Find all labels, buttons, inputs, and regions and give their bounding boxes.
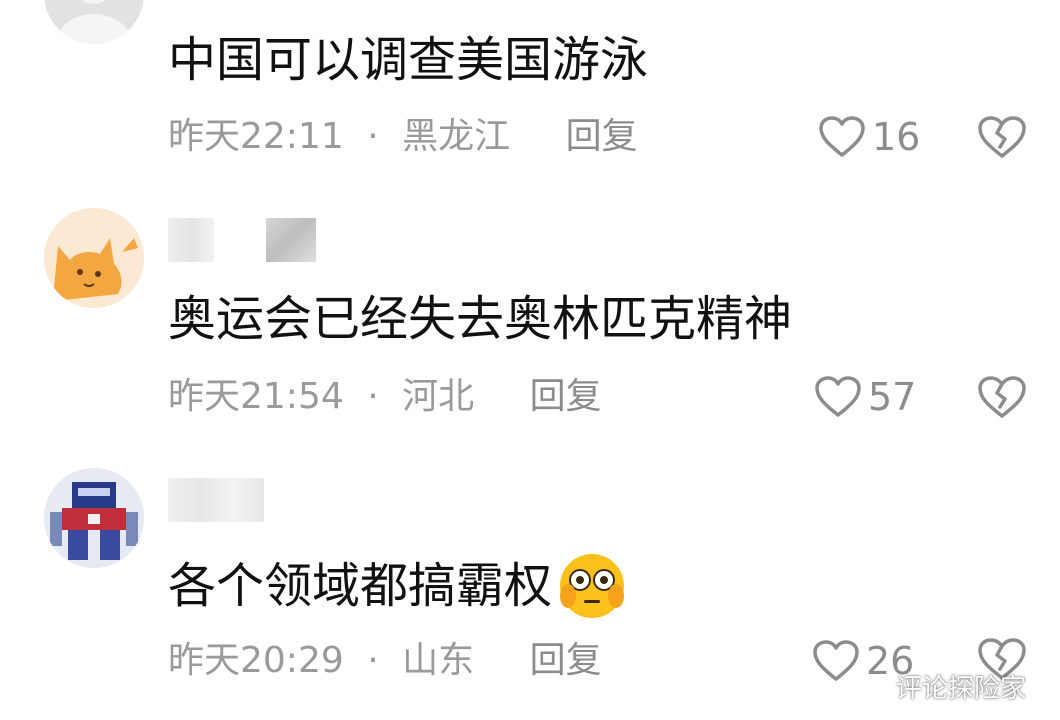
blurred-name-part: [168, 218, 214, 262]
comment-location: 山东: [402, 640, 475, 681]
dislike-button[interactable]: [976, 114, 1028, 164]
comment-text-content: 各个领域都搞霸权: [168, 558, 553, 614]
comment-time: 昨天22:11: [168, 116, 344, 157]
like-count: 57: [868, 375, 917, 419]
comment-text-content: 中国可以调查美国游泳: [168, 32, 649, 88]
comment-text: 中国可以调查美国游泳: [168, 30, 648, 90]
dislike-button[interactable]: [976, 374, 1028, 424]
comment-meta: 昨天21:54 · 河北 回复: [168, 372, 602, 422]
heart-icon: [819, 116, 865, 157]
meta-separator: ·: [367, 640, 379, 681]
blurred-name-part: [266, 218, 316, 262]
comment-meta: 昨天20:29 · 山东 回复: [168, 636, 602, 686]
blurred-name-part: [168, 478, 264, 522]
heart-icon: [815, 376, 861, 417]
comment-time: 昨天20:29: [168, 640, 344, 681]
avatar[interactable]: [44, 468, 144, 568]
comment-text: 各个领域都搞霸权: [168, 550, 628, 622]
broken-heart-icon: [978, 376, 1026, 418]
comment-location: 河北: [402, 376, 475, 417]
comment-text-content: 奥运会已经失去奥林匹克精神: [168, 291, 793, 347]
username-blurred: [168, 478, 264, 522]
comment-location: 黑龙江: [402, 116, 511, 157]
watermark: 评论探险家: [896, 674, 1027, 704]
reply-button[interactable]: 回复: [566, 116, 638, 157]
username-blurred: [168, 218, 316, 262]
meta-separator: ·: [367, 376, 379, 417]
reply-button[interactable]: 回复: [530, 640, 602, 681]
like-button[interactable]: 16: [818, 112, 920, 162]
avatar[interactable]: [44, 0, 144, 44]
like-button[interactable]: 57: [814, 372, 916, 422]
like-count: 16: [872, 115, 921, 159]
heart-icon: [813, 640, 859, 681]
comment-text: 奥运会已经失去奥林匹克精神: [168, 289, 792, 349]
comment-time: 昨天21:54: [168, 376, 344, 417]
avatar[interactable]: [44, 208, 144, 308]
comment-meta: 昨天22:11 · 黑龙江 回复: [168, 112, 638, 162]
meta-separator: ·: [367, 116, 379, 157]
broken-heart-icon: [978, 116, 1026, 158]
reply-button[interactable]: 回复: [530, 376, 602, 417]
flushed-face-icon: [556, 550, 628, 622]
